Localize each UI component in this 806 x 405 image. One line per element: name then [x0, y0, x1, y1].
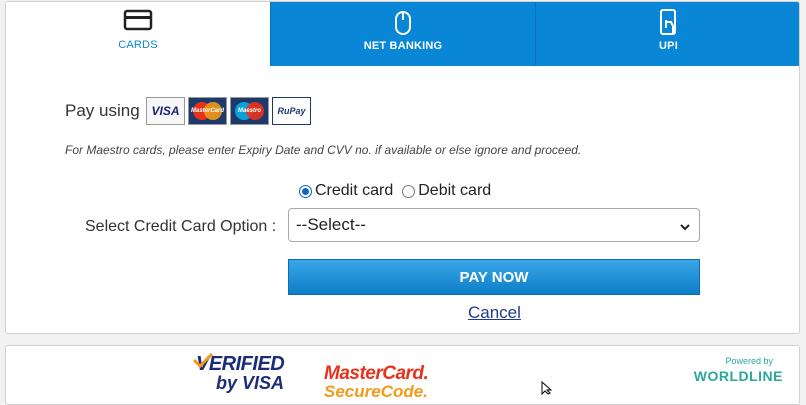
maestro-logo: Maestro [230, 97, 269, 125]
mouse-pointer-icon [541, 380, 555, 400]
pay-now-button[interactable]: PAY NOW [288, 259, 700, 295]
radio-credit-card[interactable]: Credit card [299, 182, 393, 200]
pay-using-label: Pay using [65, 101, 140, 120]
visa-logo: VISA [146, 97, 185, 125]
card-type-radio-group: Credit card Debit card [299, 182, 500, 200]
card-option-label: Select Credit Card Option : [85, 218, 277, 235]
radio-credit-card-label: Credit card [315, 182, 394, 199]
payment-panel: CARDS NET BANKING UPI Pay using VISA Mas… [5, 1, 800, 334]
cancel-link[interactable]: Cancel [468, 303, 521, 323]
rupay-logo: RuPay [272, 97, 311, 125]
mastercard-logo-text: MasterCard [190, 108, 224, 114]
radio-debit-card[interactable]: Debit card [402, 182, 491, 200]
verified-by-visa-line2: by VISA [216, 373, 285, 393]
securecode-line2: SecureCode. [324, 382, 428, 401]
phone-tap-icon [657, 8, 681, 43]
radio-credit-card-control[interactable] [299, 184, 312, 198]
card-option-select[interactable]: --Select-- [288, 208, 700, 242]
card-option-value: --Select-- [296, 215, 366, 234]
securecode-line1: MasterCard. [324, 363, 429, 384]
powered-by-label: Powered by [725, 356, 773, 366]
verified-by-visa-logo: VERIFIED by VISA [192, 352, 285, 393]
payment-tabs: CARDS NET BANKING UPI [6, 2, 799, 66]
rupay-logo-text: RuPay [277, 106, 306, 116]
tab-net-banking[interactable]: NET BANKING [270, 2, 535, 66]
chevron-down-icon [679, 218, 691, 238]
tab-cards-label: CARDS [118, 39, 158, 51]
tab-cards[interactable]: CARDS [6, 2, 270, 66]
tab-upi[interactable]: UPI [535, 2, 799, 66]
worldline-logo: WORLDLINE [693, 368, 783, 384]
maestro-logo-text: Maestro [237, 108, 261, 114]
visa-logo-text: VISA [151, 104, 180, 118]
tab-underline [270, 65, 799, 66]
radio-debit-card-control[interactable] [402, 184, 416, 198]
card-icon [123, 8, 153, 37]
maestro-note: For Maestro cards, please enter Expiry D… [65, 143, 582, 157]
security-footer: VERIFIED by VISA MasterCard. SecureCode.… [5, 345, 800, 405]
radio-debit-card-label: Debit card [418, 182, 492, 199]
mouse-icon [393, 8, 413, 43]
mastercard-logo: MasterCard [188, 97, 227, 125]
card-logos: VISA MasterCard Maestro RuPay [146, 97, 311, 125]
